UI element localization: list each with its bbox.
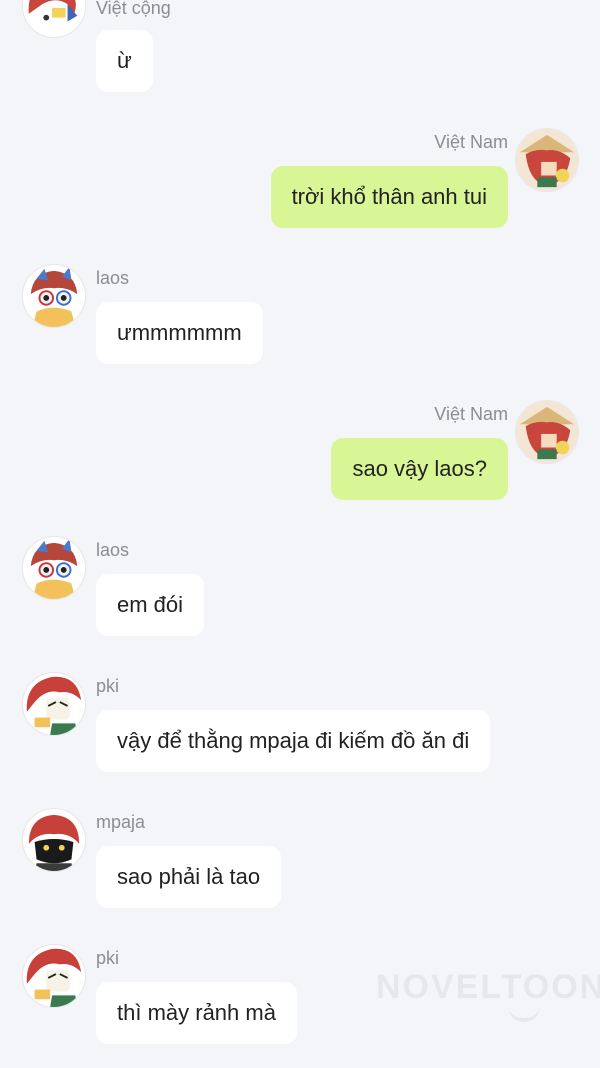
message-bubble[interactable]: em đói	[96, 574, 205, 636]
message-bubble[interactable]: ừ	[96, 30, 153, 92]
message-bubble[interactable]: sao phải là tao	[96, 846, 282, 908]
sender-name: pki	[96, 676, 120, 696]
message-bubble[interactable]: trời khổ thân anh tui	[270, 166, 508, 228]
message-bubble[interactable]: sao vậy laos?	[331, 438, 508, 500]
viet-cong-avatar-icon[interactable]	[22, 0, 86, 38]
pki-avatar-icon[interactable]	[22, 672, 86, 736]
pki-avatar-icon[interactable]	[22, 944, 86, 1008]
sender-name: mpaja	[96, 812, 146, 832]
sender-name: Việt Nam	[434, 132, 508, 152]
sender-name: Việt cộng	[96, 0, 171, 18]
noveltoon-watermark: NOVELTOON	[376, 968, 600, 1006]
message-bubble[interactable]: ưmmmmmm	[96, 302, 263, 364]
message-bubble[interactable]: thì mày rảnh mà	[96, 982, 297, 1044]
mpaja-avatar-icon[interactable]	[22, 808, 86, 872]
viet-nam-avatar-icon[interactable]	[515, 400, 579, 464]
laos-avatar-icon[interactable]	[22, 264, 86, 328]
sender-name: pki	[96, 948, 120, 968]
message-bubble[interactable]: vậy để thằng mpaja đi kiếm đồ ăn đi	[96, 710, 491, 772]
watermark-smile-icon	[508, 1004, 540, 1022]
laos-avatar-icon[interactable]	[22, 536, 86, 600]
sender-name: Việt Nam	[434, 404, 508, 424]
viet-nam-avatar-icon[interactable]	[515, 128, 579, 192]
sender-name: laos	[96, 540, 130, 560]
sender-name: laos	[96, 268, 130, 288]
